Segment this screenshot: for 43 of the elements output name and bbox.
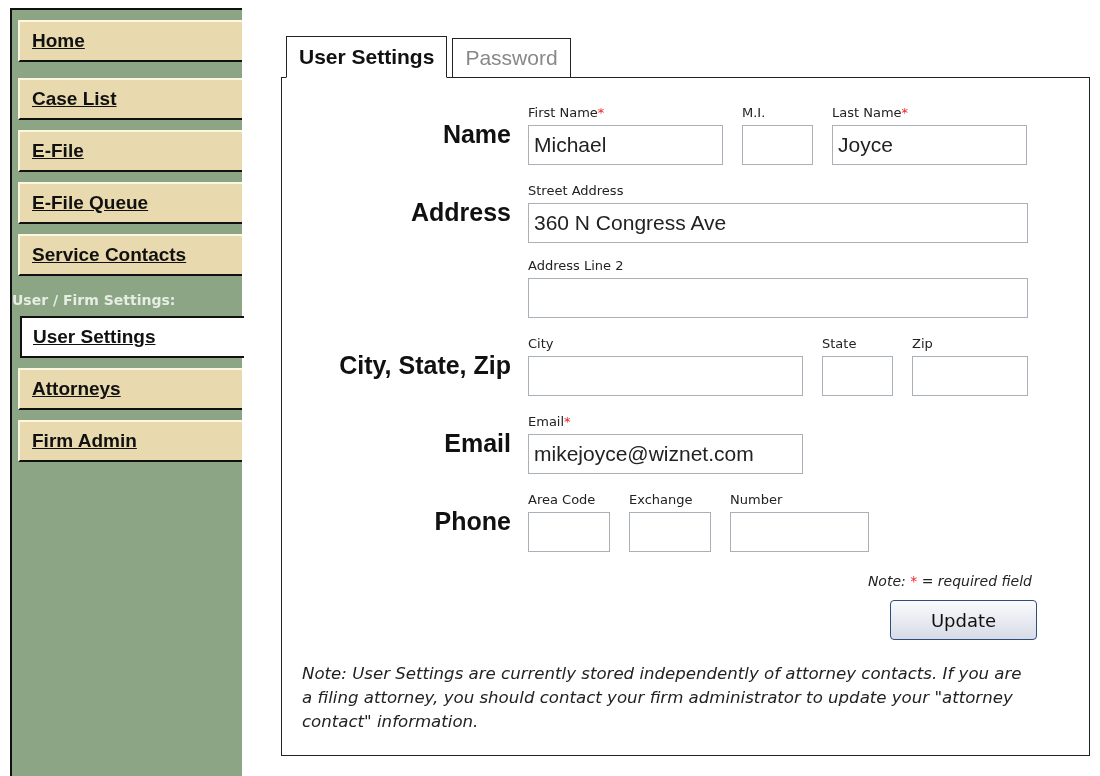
field-label: City [528, 335, 555, 353]
sidebar-link[interactable]: Service Contacts [18, 234, 242, 276]
field-label: Exchange [629, 491, 694, 509]
sidebar-link[interactable]: Case List [18, 78, 242, 120]
input-field[interactable] [912, 356, 1028, 396]
input-field[interactable] [528, 356, 803, 396]
update-button[interactable]: Update [890, 600, 1037, 640]
tab[interactable]: Password [452, 38, 571, 78]
field-label: Last Name* [832, 104, 910, 122]
field-label: Number [730, 491, 784, 509]
input-field[interactable] [822, 356, 893, 396]
input-field[interactable] [528, 512, 610, 552]
input-field[interactable]: 360 N Congress Ave [528, 203, 1028, 243]
field-label: Area Code [528, 491, 597, 509]
field-label: Address Line 2 [528, 257, 625, 275]
input-field[interactable]: Michael [528, 125, 723, 165]
sidebar-heading: User / Firm Settings: [12, 292, 177, 308]
sidebar-link[interactable]: Firm Admin [18, 420, 242, 462]
group-label: Name [441, 119, 511, 150]
field-label: Street Address [528, 182, 625, 200]
sidebar-link[interactable]: Attorneys [18, 368, 242, 410]
field-label: State [822, 335, 858, 353]
sidebar-link[interactable]: User Settings [20, 316, 244, 358]
tab[interactable]: User Settings [286, 36, 448, 78]
input-field[interactable] [742, 125, 813, 165]
field-label: Zip [912, 335, 934, 353]
input-field[interactable]: Joyce [832, 125, 1027, 165]
note-text: Note: User Settings are currently stored independently of attorney contacts. If you are a filing attorney, you should contact your firm administrator to update your "attorney contact" information. [302, 663, 1023, 733]
group-label: Email [443, 428, 511, 459]
field-label: Email* [528, 413, 572, 431]
field-label: M.I. [742, 104, 767, 122]
sidebar-link[interactable]: E-File [18, 130, 242, 172]
group-label: Phone [433, 506, 511, 537]
input-field[interactable] [730, 512, 869, 552]
sidebar-link[interactable]: Home [18, 20, 242, 62]
group-label: Address [409, 197, 511, 228]
required-note: Note: * = required field [866, 573, 1033, 589]
sidebar-link[interactable]: E-File Queue [18, 182, 242, 224]
group-label: City, State, Zip [338, 350, 511, 381]
field-label: First Name* [528, 104, 606, 122]
input-field[interactable] [528, 278, 1028, 318]
input-field[interactable] [629, 512, 711, 552]
input-field[interactable]: mikejoyce@wiznet.com [528, 434, 803, 474]
